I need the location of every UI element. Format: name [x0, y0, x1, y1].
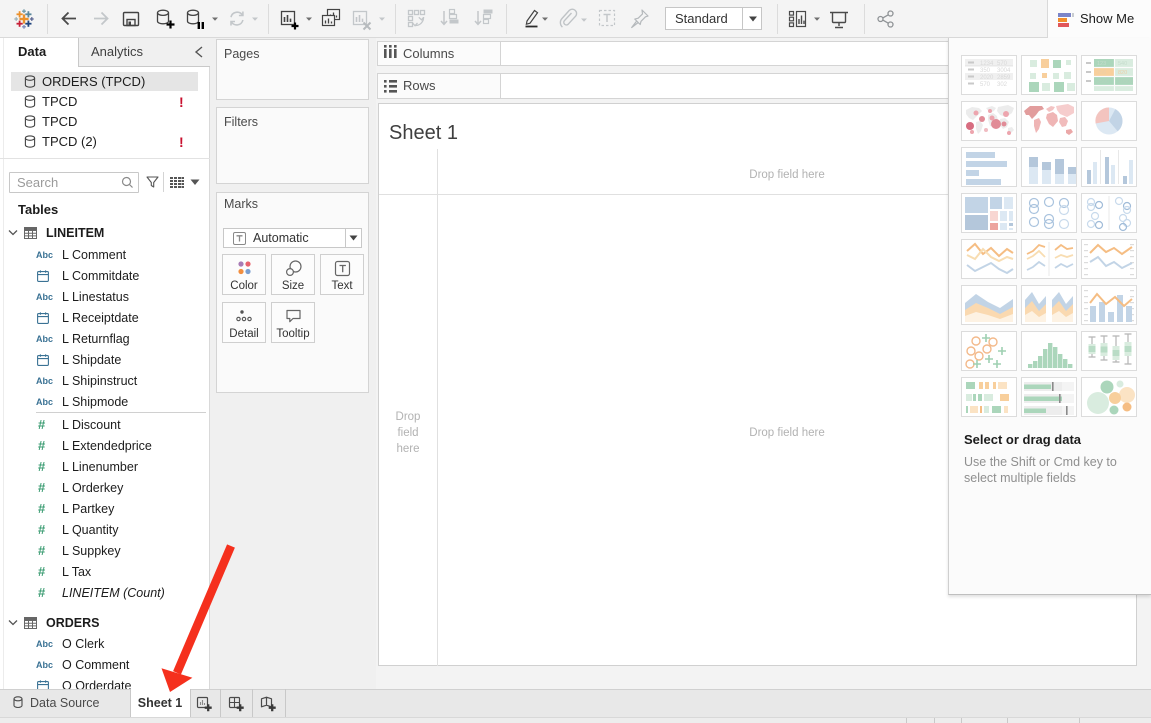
svg-text:570: 570 — [980, 82, 991, 88]
svg-text:540: 540 — [1118, 61, 1127, 67]
svg-text:820: 820 — [1118, 70, 1127, 76]
svg-text:1234: 1234 — [980, 61, 994, 67]
svg-text:3004: 3004 — [997, 68, 1011, 74]
svg-text:570: 570 — [997, 61, 1008, 67]
svg-text:2500: 2500 — [1097, 79, 1109, 85]
svg-text:756: 756 — [1097, 70, 1106, 76]
svg-text:123: 123 — [1097, 61, 1106, 67]
svg-text:10500: 10500 — [1118, 79, 1133, 85]
svg-text:302: 302 — [997, 82, 1008, 88]
svg-text:2020: 2020 — [980, 75, 994, 81]
svg-text:2859: 2859 — [997, 75, 1011, 81]
svg-text:350: 350 — [980, 68, 991, 74]
